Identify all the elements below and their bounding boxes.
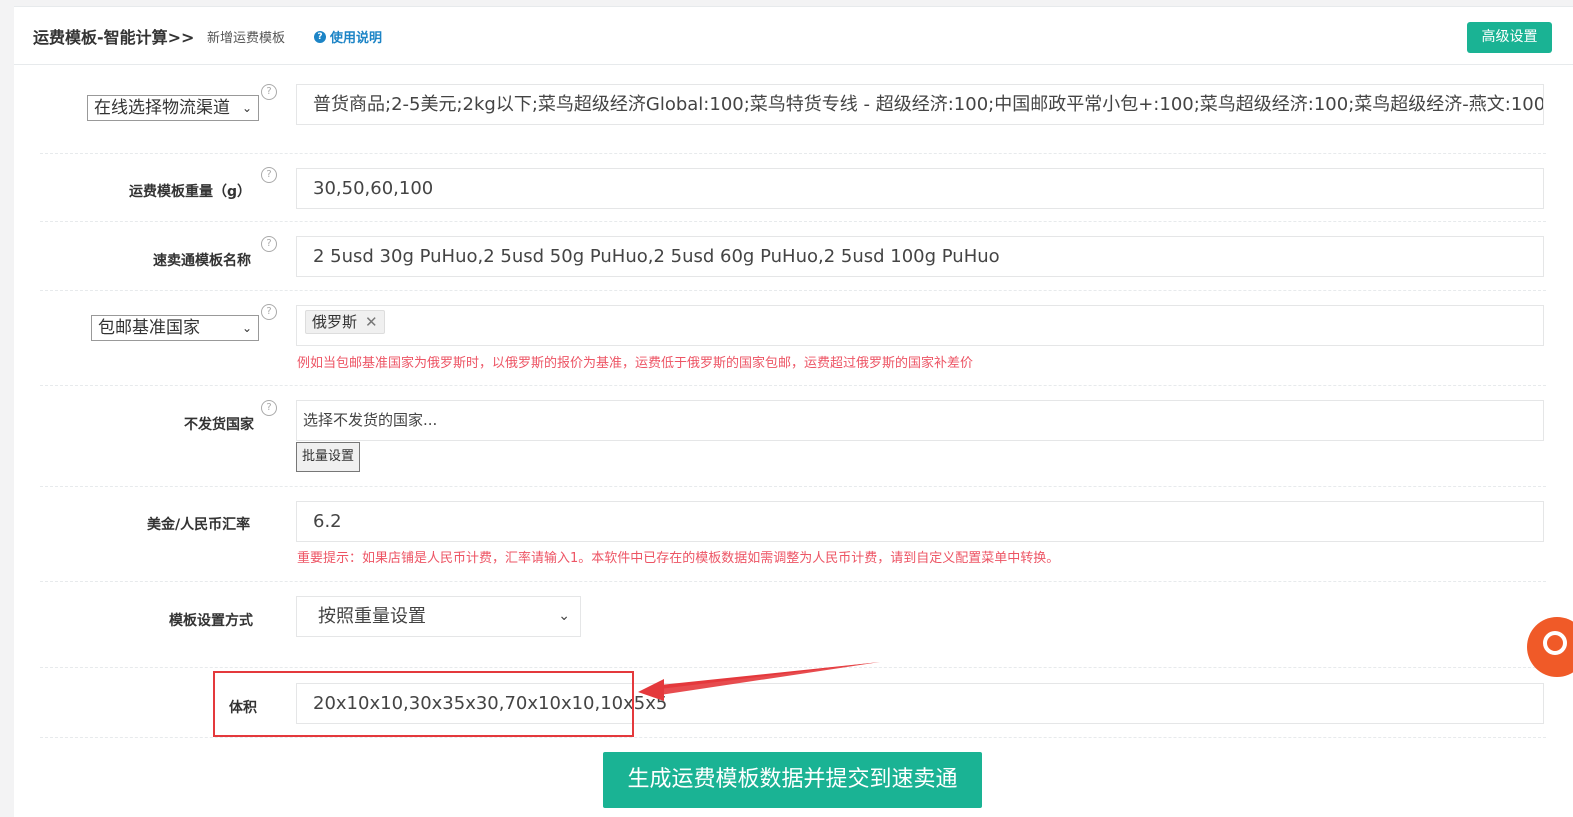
logistics-channel-input[interactable]: 普货商品;2-5美元;2kg以下;菜鸟超级经济Global:100;菜鸟特货专线… — [296, 84, 1544, 125]
exchange-rate-note: 重要提示：如果店铺是人民币计费，汇率请输入1。本软件中已存在的模板数据如需调整为… — [297, 551, 1060, 566]
base-country-note: 例如当包邮基准国家为俄罗斯时，以俄罗斯的报价为基准，运费低于俄罗斯的国家包邮，运… — [297, 356, 974, 371]
row-divider — [40, 486, 1546, 487]
help-icon[interactable]: ? — [261, 304, 277, 320]
row-divider — [40, 385, 1546, 386]
mode-label: 模板设置方式 — [169, 613, 253, 629]
weight-input[interactable]: 30,50,60,100 — [296, 168, 1544, 209]
help-link[interactable]: ? 使用说明 — [314, 27, 382, 46]
mode-select[interactable]: 按照重量设置 ⌄ — [296, 596, 581, 637]
no-ship-label: 不发货国家 — [184, 417, 254, 433]
logistics-channel-select-value: 在线选择物流渠道 — [94, 98, 230, 118]
mode-select-value: 按照重量设置 — [318, 606, 426, 627]
template-name-label: 速卖通模板名称 — [153, 253, 251, 269]
template-name-input[interactable]: 2 5usd 30g PuHuo,2 5usd 50g PuHuo,2 5usd… — [296, 236, 1544, 277]
advanced-settings-button[interactable]: 高级设置 — [1467, 22, 1552, 53]
page-header: 运费模板-智能计算>> 新增运费模板 ? 使用说明 高级设置 — [14, 6, 1573, 65]
help-link-label: 使用说明 — [330, 31, 383, 46]
row-divider — [40, 290, 1546, 291]
row-divider — [40, 221, 1546, 222]
annotation-arrow-icon — [638, 662, 880, 701]
base-country-input[interactable] — [296, 305, 1544, 346]
help-icon[interactable]: ? — [261, 84, 277, 100]
question-circle-icon: ? — [314, 30, 326, 43]
chevron-down-icon: ⌄ — [241, 321, 252, 335]
batch-settings-button[interactable]: 批量设置 — [296, 442, 360, 472]
annotation-highlight-box — [213, 671, 634, 737]
country-tag: 俄罗斯 ✕ — [305, 310, 385, 334]
row-divider — [40, 153, 1546, 154]
help-icon[interactable]: ? — [261, 236, 277, 252]
help-icon[interactable]: ? — [261, 400, 277, 416]
logistics-channel-select[interactable]: 在线选择物流渠道 ⌄ — [87, 95, 259, 121]
no-ship-input[interactable]: 选择不发货的国家... — [296, 400, 1544, 441]
country-tag-label: 俄罗斯 — [312, 313, 358, 331]
chevron-down-icon: ⌄ — [558, 608, 570, 624]
headset-icon — [1543, 631, 1567, 655]
base-country-select-value: 包邮基准国家 — [98, 318, 200, 338]
page-title: 运费模板-智能计算>> — [33, 28, 195, 47]
exchange-rate-label: 美金/人民币汇率 — [147, 517, 251, 533]
chevron-down-icon: ⌄ — [241, 101, 252, 115]
weight-label: 运费模板重量（g） — [129, 184, 252, 200]
breadcrumb-current: 新增运费模板 — [207, 31, 286, 46]
row-divider — [40, 581, 1546, 582]
base-country-select[interactable]: 包邮基准国家 ⌄ — [91, 315, 259, 341]
submit-button[interactable]: 生成运费模板数据并提交到速卖通 — [603, 752, 982, 808]
row-divider — [40, 737, 1546, 738]
exchange-rate-input[interactable]: 6.2 — [296, 501, 1544, 542]
close-icon[interactable]: ✕ — [365, 311, 378, 333]
help-icon[interactable]: ? — [261, 167, 277, 183]
